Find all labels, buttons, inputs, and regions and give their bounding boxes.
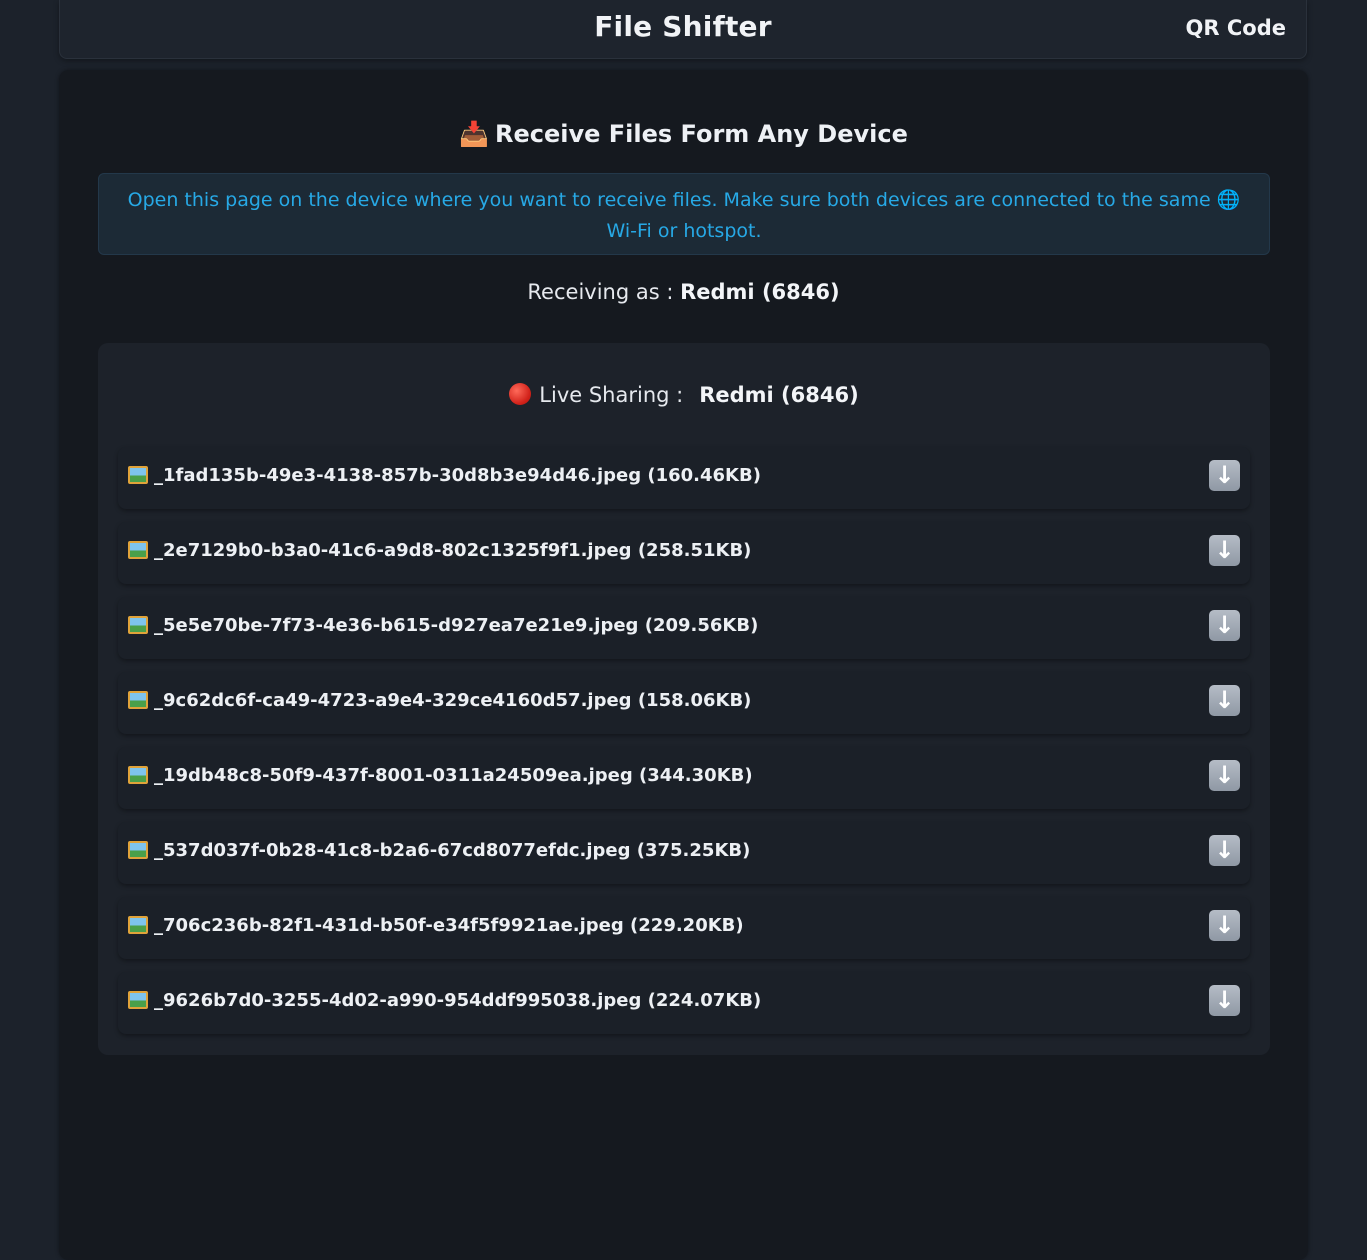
file-list-item: _1fad135b-49e3-4138-857b-30d8b3e94d46.jp…	[118, 447, 1250, 509]
download-button[interactable]: ↓	[1209, 535, 1240, 566]
download-button[interactable]: ↓	[1209, 610, 1240, 641]
qr-code-button[interactable]: QR Code	[1186, 16, 1286, 40]
live-share-panel: Live Sharing : Redmi (6846) _1fad135b-49e…	[98, 343, 1270, 1055]
file-name: _2e7129b0-b3a0-41c6-a9d8-802c1325f9f1.jp…	[154, 540, 752, 561]
receiving-as: Receiving as : Redmi (6846)	[59, 280, 1308, 304]
live-sharing-label: Live Sharing :	[539, 383, 684, 407]
receiving-label: Receiving as :	[527, 280, 674, 304]
image-file-icon	[128, 541, 148, 559]
download-button[interactable]: ↓	[1209, 910, 1240, 941]
live-sharing-device-name: Redmi (6846)	[699, 383, 859, 407]
file-name: _9626b7d0-3255-4d02-a990-954ddf995038.jp…	[154, 990, 762, 1011]
file-list-item: _5e5e70be-7f73-4e36-b615-d927ea7e21e9.jp…	[118, 597, 1250, 659]
file-list-item: _9c62dc6f-ca49-4723-a9e4-329ce4160d57.jp…	[118, 672, 1250, 734]
inbox-tray-icon: 📥	[459, 120, 489, 148]
file-name: _5e5e70be-7f73-4e36-b615-d927ea7e21e9.jp…	[154, 615, 759, 636]
image-file-icon	[128, 991, 148, 1009]
download-button[interactable]: ↓	[1209, 985, 1240, 1016]
app-header: File Shifter QR Code	[59, 0, 1307, 59]
image-file-icon	[128, 766, 148, 784]
live-sharing-status: Live Sharing : Redmi (6846)	[98, 383, 1270, 407]
download-button[interactable]: ↓	[1209, 835, 1240, 866]
info-alert: Open this page on the device where you w…	[98, 173, 1270, 255]
app-title: File Shifter	[594, 10, 772, 43]
file-list-item: _2e7129b0-b3a0-41c6-a9d8-802c1325f9f1.jp…	[118, 522, 1250, 584]
download-button[interactable]: ↓	[1209, 685, 1240, 716]
receive-heading-text: Receive Files Form Any Device	[495, 120, 908, 148]
image-file-icon	[128, 466, 148, 484]
receiving-device-name: Redmi (6846)	[680, 280, 840, 304]
file-name: _1fad135b-49e3-4138-857b-30d8b3e94d46.jp…	[154, 465, 761, 486]
file-list-item: _9626b7d0-3255-4d02-a990-954ddf995038.jp…	[118, 972, 1250, 1034]
file-name: _19db48c8-50f9-437f-8001-0311a24509ea.jp…	[154, 765, 753, 786]
image-file-icon	[128, 691, 148, 709]
image-file-icon	[128, 916, 148, 934]
main-container: 📥 Receive Files Form Any Device Open this…	[59, 70, 1308, 1260]
file-list-item: _706c236b-82f1-431d-b50f-e34f5f9921ae.jp…	[118, 897, 1250, 959]
receive-heading: 📥 Receive Files Form Any Device	[59, 120, 1308, 148]
file-name: _537d037f-0b28-41c8-b2a6-67cd8077efdc.jp…	[154, 840, 751, 861]
image-file-icon	[128, 841, 148, 859]
file-name: _9c62dc6f-ca49-4723-a9e4-329ce4160d57.jp…	[154, 690, 752, 711]
file-list-item: _19db48c8-50f9-437f-8001-0311a24509ea.jp…	[118, 747, 1250, 809]
file-name: _706c236b-82f1-431d-b50f-e34f5f9921ae.jp…	[154, 915, 744, 936]
red-circle-icon	[509, 383, 532, 405]
image-file-icon	[128, 616, 148, 634]
download-button[interactable]: ↓	[1209, 760, 1240, 791]
file-list-item: _537d037f-0b28-41c8-b2a6-67cd8077efdc.jp…	[118, 822, 1250, 884]
download-button[interactable]: ↓	[1209, 460, 1240, 491]
